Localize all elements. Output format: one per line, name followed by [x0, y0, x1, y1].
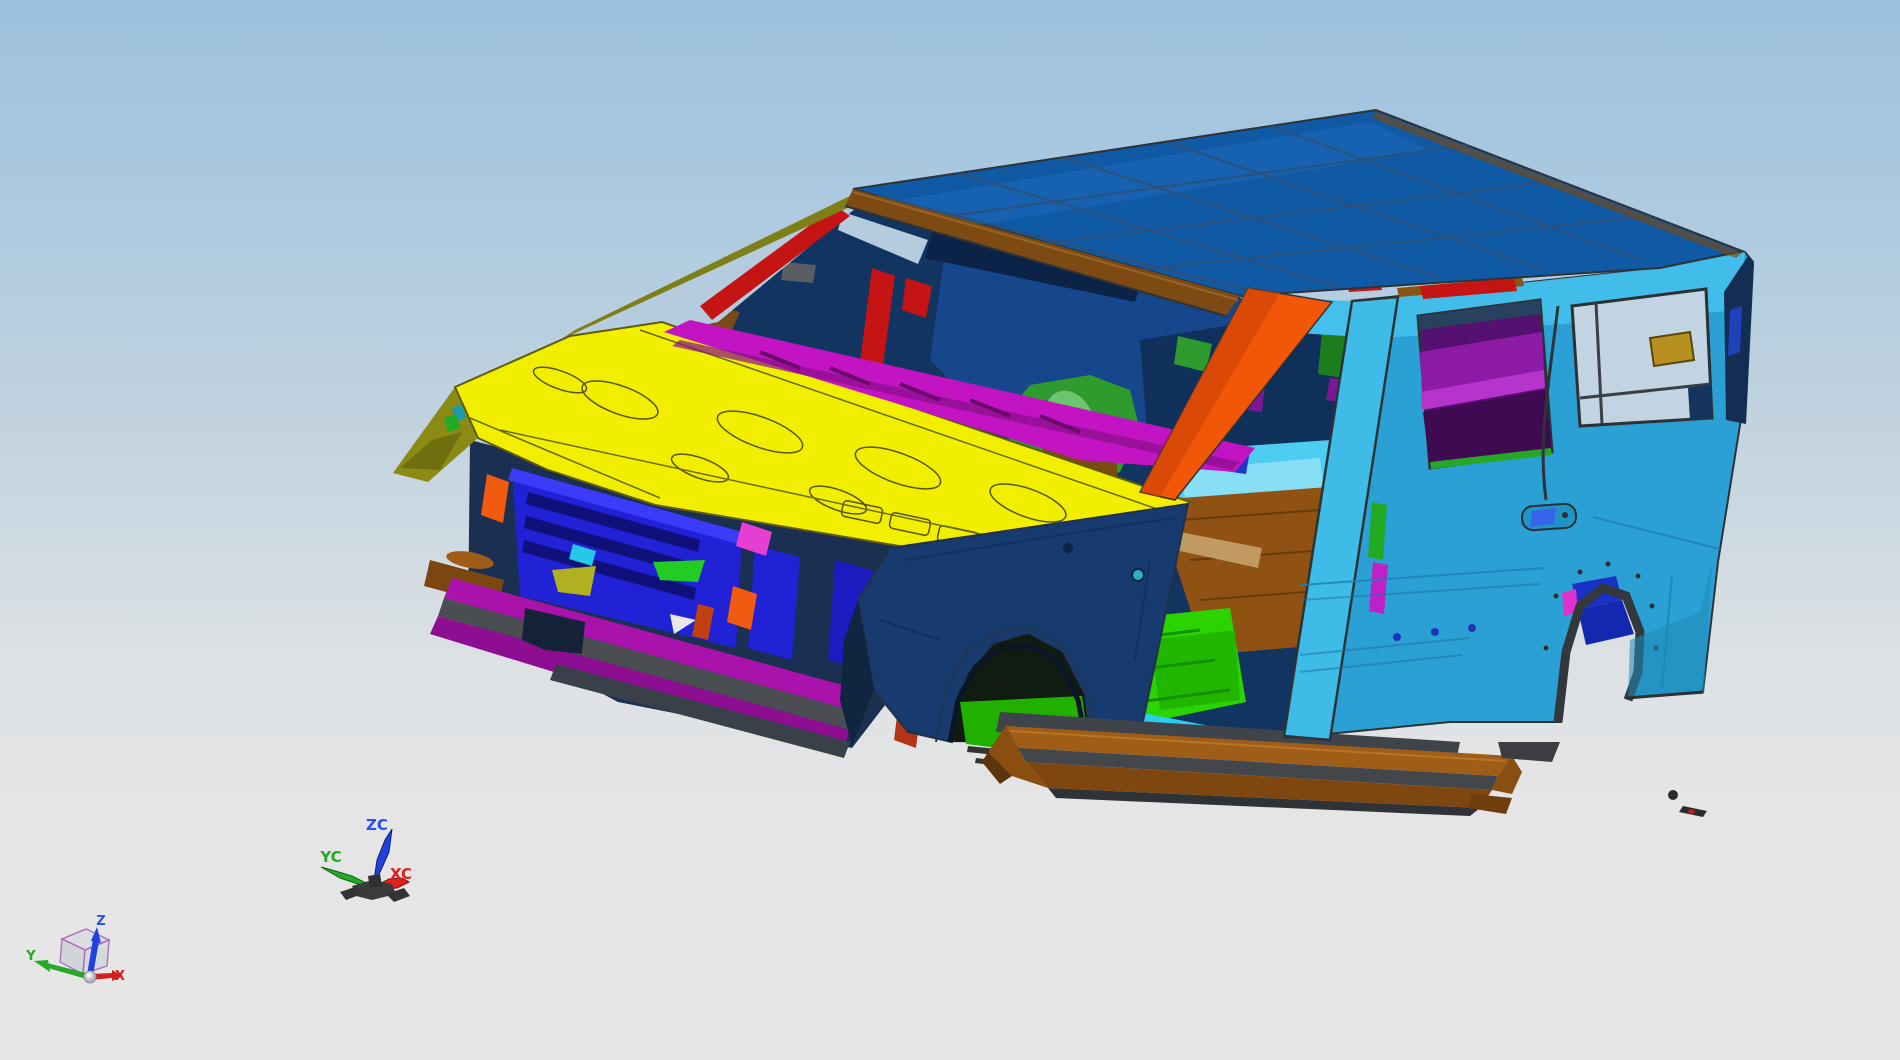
origin-sphere: [83, 970, 97, 984]
loose-parts: [1668, 790, 1707, 817]
door-stud: [1393, 633, 1401, 641]
olive-bracket: [552, 566, 596, 596]
fender-teal-grommet: [1131, 568, 1145, 582]
door-stud: [1468, 624, 1476, 632]
view-z-label: Z: [96, 914, 105, 929]
wcs-z-label: ZC: [366, 816, 388, 834]
support-column-blue: [748, 545, 800, 660]
door-stud: [1431, 628, 1439, 636]
wcs-triad[interactable]: ZC YC XC: [319, 816, 412, 902]
green-bracket: [653, 560, 705, 582]
wcs-base-arm: [340, 886, 362, 900]
quarter-window[interactable]: [1570, 287, 1714, 428]
cad-3d-viewport[interactable]: ZC YC XC Z Y X: [0, 0, 1900, 1060]
view-orientation-triad[interactable]: Z Y X: [25, 914, 125, 984]
door-lock-dot: [1562, 512, 1568, 518]
door-handle-glint: [1530, 508, 1556, 527]
wcs-base-stub: [368, 874, 382, 888]
model-canvas[interactable]: ZC YC XC Z Y X: [0, 0, 1900, 1060]
fender-hole: [1063, 543, 1073, 553]
datum-cube[interactable]: [59, 928, 111, 976]
rear-door-window[interactable]: [1416, 298, 1554, 470]
window-corner-navy: [1688, 384, 1712, 420]
view-y-label: Y: [25, 949, 36, 964]
view-x-label: X: [115, 969, 125, 984]
wcs-y-label: YC: [319, 848, 341, 866]
wcs-x-label: XC: [390, 865, 412, 883]
view-y-arrowhead: [34, 960, 50, 972]
latch-bracket-olive: [1648, 330, 1696, 368]
debris-dot: [1668, 790, 1678, 800]
far-glass-blue: [1728, 306, 1742, 356]
